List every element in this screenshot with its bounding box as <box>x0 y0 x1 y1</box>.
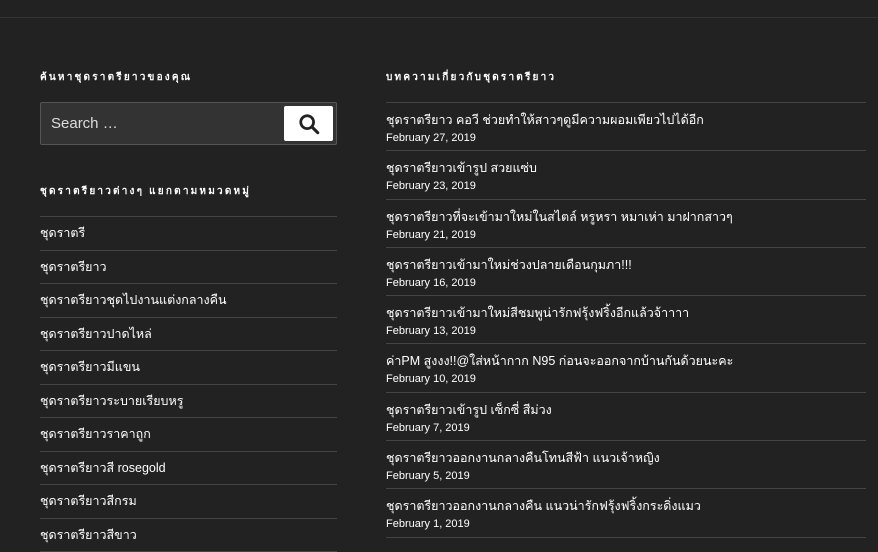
post-date: February 23, 2019 <box>386 179 866 193</box>
category-link[interactable]: ชุดราตรียาวมีแขน <box>40 360 140 374</box>
post-item: ชุดราตรียาวที่จะเข้ามาใหม่ในสไตล์ หรูหรา… <box>386 200 866 248</box>
category-item: ชุดราตรียาวราคาถูก <box>40 418 337 452</box>
post-title-link[interactable]: ชุดราตรียาวออกงานกลางคืนโทนสีฟ้า แนวเจ้า… <box>386 450 866 466</box>
category-item: ชุดราตรียาวปาดไหล่ <box>40 318 337 352</box>
search-button[interactable] <box>284 106 333 141</box>
post-item: ชุดราตรียาวออกงานกลางคืนโทนสีฟ้า แนวเจ้า… <box>386 441 866 489</box>
category-item: ชุดราตรียาวมีแขน <box>40 351 337 385</box>
recent-posts-widget-title: บทความเกี่ยวกับชุดราตรียาว <box>386 70 556 85</box>
search-widget-title: ค้นหาชุดราตรียาวของคุณ <box>40 70 192 85</box>
search-icon <box>298 113 320 135</box>
categories-widget-title: ชุดราตรียาวต่างๆ แยกตามหมวดหมู่ <box>40 184 251 199</box>
category-item: ชุดราตรียาวระบายเรียบหรู <box>40 385 337 419</box>
post-date: February 1, 2019 <box>386 517 866 531</box>
category-link[interactable]: ชุดราตรี <box>40 226 85 240</box>
category-link[interactable]: ชุดราตรียาว <box>40 260 107 274</box>
category-item: ชุดราตรียาวสีกรม <box>40 485 337 519</box>
recent-posts-list: ชุดราตรียาว คอวี ช่วยทำให้สาวๆดูมีความผอ… <box>386 102 866 538</box>
post-date: February 5, 2019 <box>386 469 866 483</box>
category-link[interactable]: ชุดราตรียาวชุดไปงานแต่งกลางคืน <box>40 293 227 307</box>
post-title-link[interactable]: ชุดราตรียาวเข้ารูป เซ็กซี่ สีม่วง <box>386 402 866 418</box>
post-item: ชุดราตรียาวเข้ามาใหม่สีชมพูน่ารักฟรุ้งฟร… <box>386 296 866 344</box>
post-title-link[interactable]: ชุดราตรียาวเข้ามาใหม่ช่วงปลายเดือนกุมภา!… <box>386 257 866 273</box>
category-list: ชุดราตรี ชุดราตรียาว ชุดราตรียาวชุดไปงาน… <box>40 216 337 552</box>
category-link[interactable]: ชุดราตรียาวสี rosegold <box>40 461 166 475</box>
category-link[interactable]: ชุดราตรียาวสีกรม <box>40 494 137 508</box>
post-title-link[interactable]: ชุดราตรียาว คอวี ช่วยทำให้สาวๆดูมีความผอ… <box>386 112 866 128</box>
post-item: ชุดราตรียาวเข้ารูป สวยแซ่บ February 23, … <box>386 151 866 199</box>
search-input[interactable] <box>41 103 281 144</box>
category-item: ชุดราตรียาวชุดไปงานแต่งกลางคืน <box>40 284 337 318</box>
post-item: ค่าPM สูงงง!!@ใส่หน้ากาก N95 ก่อนจะออกจา… <box>386 344 866 392</box>
post-title-link[interactable]: ชุดราตรียาวเข้ามาใหม่สีชมพูน่ารักฟรุ้งฟร… <box>386 305 866 321</box>
post-item: ชุดราตรียาวเข้ามาใหม่ช่วงปลายเดือนกุมภา!… <box>386 248 866 296</box>
footer-top-divider <box>0 17 878 18</box>
post-date: February 27, 2019 <box>386 131 866 145</box>
post-date: February 10, 2019 <box>386 372 866 386</box>
post-date: February 21, 2019 <box>386 228 866 242</box>
post-item: ชุดราตรียาว คอวี ช่วยทำให้สาวๆดูมีความผอ… <box>386 103 866 151</box>
post-item: ชุดราตรียาวออกงานกลางคืน แนวน่ารักฟรุ้งฟ… <box>386 489 866 537</box>
category-link[interactable]: ชุดราตรียาวสีขาว <box>40 528 137 542</box>
category-link[interactable]: ชุดราตรียาวราคาถูก <box>40 427 151 441</box>
post-date: February 7, 2019 <box>386 421 866 435</box>
post-title-link[interactable]: ชุดราตรียาวที่จะเข้ามาใหม่ในสไตล์ หรูหรา… <box>386 209 866 225</box>
post-title-link[interactable]: ชุดราตรียาวเข้ารูป สวยแซ่บ <box>386 160 866 176</box>
post-title-link[interactable]: ค่าPM สูงงง!!@ใส่หน้ากาก N95 ก่อนจะออกจา… <box>386 353 866 369</box>
category-link[interactable]: ชุดราตรียาวระบายเรียบหรู <box>40 394 183 408</box>
post-item: ชุดราตรียาวเข้ารูป เซ็กซี่ สีม่วง Februa… <box>386 393 866 441</box>
category-link[interactable]: ชุดราตรียาวปาดไหล่ <box>40 327 152 341</box>
search-form <box>40 102 337 145</box>
post-date: February 16, 2019 <box>386 276 866 290</box>
category-item: ชุดราตรียาวสี rosegold <box>40 452 337 486</box>
post-date: February 13, 2019 <box>386 324 866 338</box>
category-item: ชุดราตรียาว <box>40 251 337 285</box>
post-title-link[interactable]: ชุดราตรียาวออกงานกลางคืน แนวน่ารักฟรุ้งฟ… <box>386 498 866 514</box>
category-item: ชุดราตรี <box>40 217 337 251</box>
category-item: ชุดราตรียาวสีขาว <box>40 519 337 552</box>
